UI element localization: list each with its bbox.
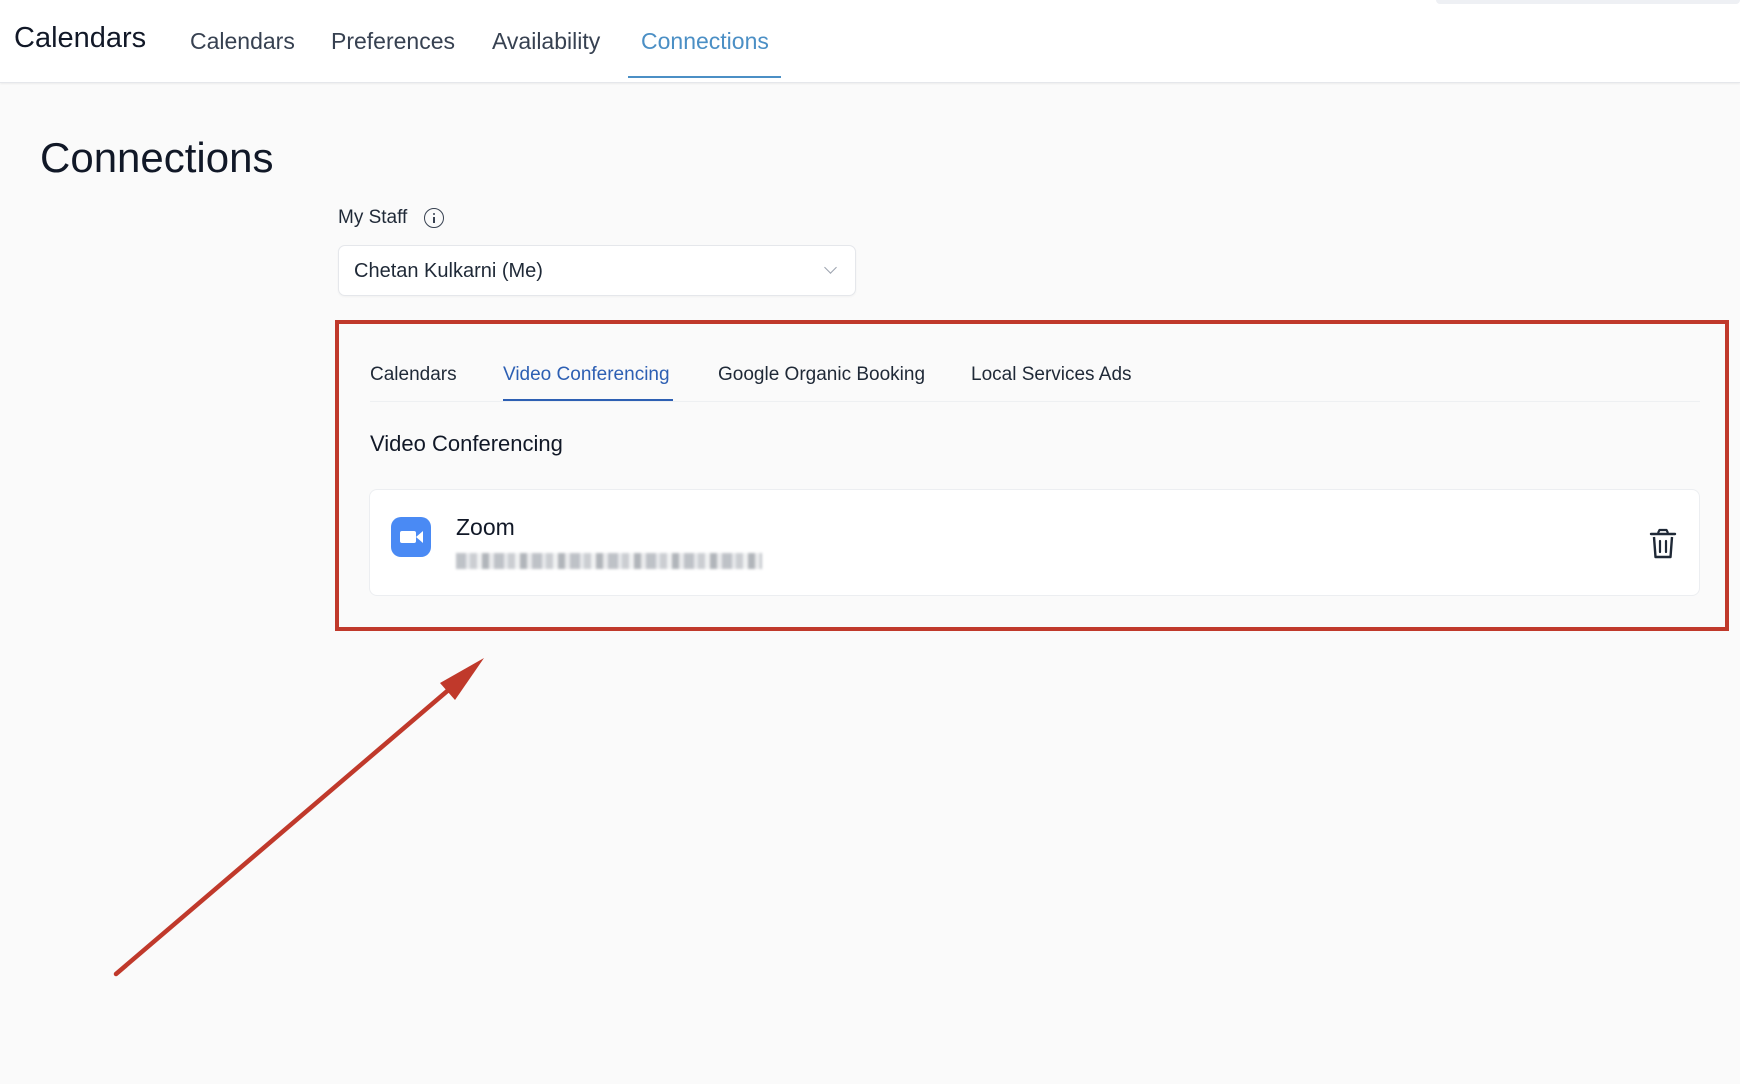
- section-title: Video Conferencing: [370, 431, 563, 456]
- zoom-video-icon: [391, 517, 431, 557]
- connection-name: Zoom: [456, 514, 515, 540]
- subtab-calendars[interactable]: Calendars: [370, 364, 457, 386]
- active-tab-indicator: [628, 76, 781, 78]
- my-staff-label: My Staff: [338, 207, 408, 228]
- tab-calendars[interactable]: Calendars: [190, 28, 295, 55]
- trash-icon[interactable]: [1649, 528, 1677, 560]
- staff-select-value: Chetan Kulkarni (Me): [354, 260, 543, 282]
- zoom-connection-card: Zoom: [369, 489, 1700, 596]
- tab-connections[interactable]: Connections: [641, 28, 769, 55]
- tab-preferences[interactable]: Preferences: [331, 28, 455, 55]
- top-right-edge: [1436, 0, 1740, 4]
- chevron-down-icon: [824, 261, 837, 274]
- app-title: Calendars: [14, 22, 147, 54]
- subtabs-divider: [370, 401, 1700, 402]
- subtab-google-organic-booking[interactable]: Google Organic Booking: [718, 364, 925, 386]
- subtab-local-services-ads[interactable]: Local Services Ads: [971, 364, 1132, 386]
- page-title: Connections: [40, 134, 274, 181]
- info-icon[interactable]: [424, 208, 444, 228]
- subtab-video-conferencing[interactable]: Video Conferencing: [503, 364, 670, 386]
- staff-select[interactable]: Chetan Kulkarni (Me): [338, 245, 856, 296]
- tab-availability[interactable]: Availability: [492, 28, 600, 55]
- connection-account-blurred: [456, 553, 762, 569]
- top-nav-bar: Calendars Calendars Preferences Availabi…: [0, 0, 1740, 83]
